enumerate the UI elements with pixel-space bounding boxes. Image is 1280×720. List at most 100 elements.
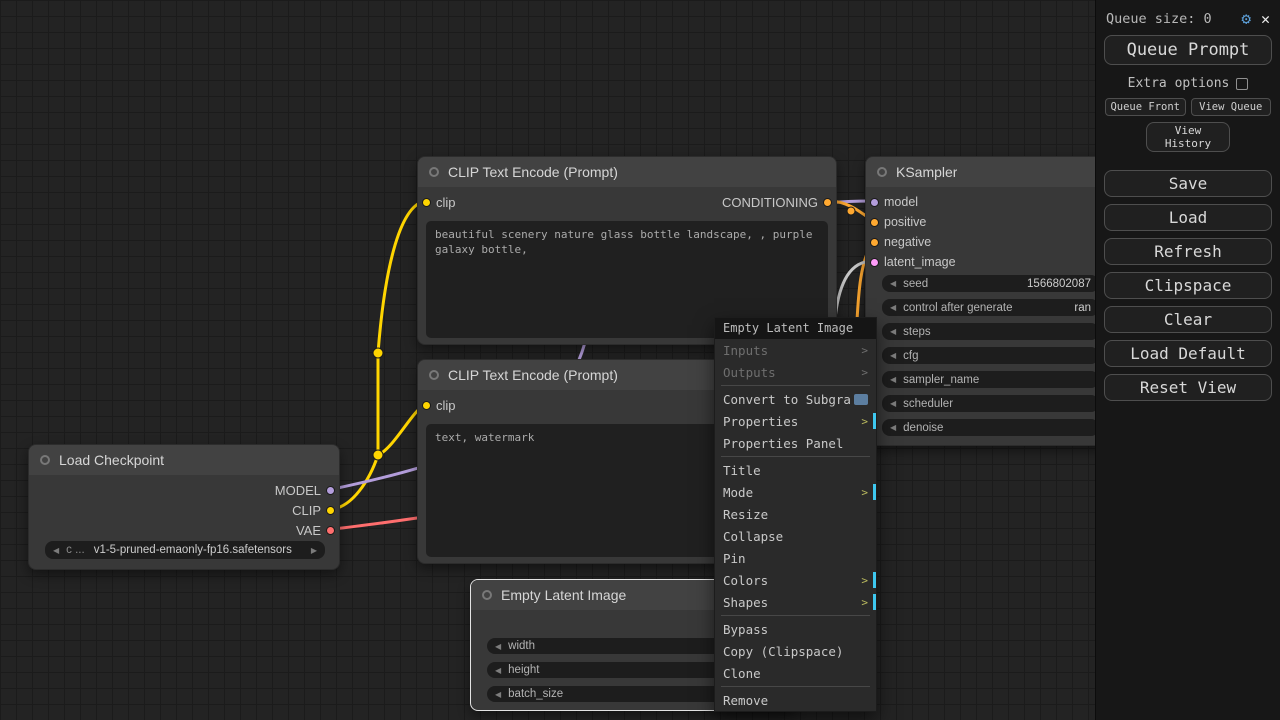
menu-divider <box>721 686 870 687</box>
submenu-arrow-icon: > <box>861 573 868 587</box>
menu-item-colors[interactable]: Colors > <box>715 569 876 591</box>
reroute-dot[interactable] <box>372 347 384 359</box>
queue-front-button[interactable]: Queue Front <box>1105 98 1186 116</box>
input-port-clip[interactable] <box>422 401 431 410</box>
node-title: Load Checkpoint <box>59 452 165 468</box>
left-arrow-icon[interactable]: ◀ <box>890 327 896 336</box>
submenu-indicator <box>873 484 876 500</box>
menu-item-properties-panel[interactable]: Properties Panel <box>715 432 876 454</box>
submenu-arrow-icon: > <box>861 595 868 609</box>
settings-gear-icon[interactable]: ⚙ <box>1241 9 1251 28</box>
ksampler-widget-seed[interactable]: ◀ seed 1566802087 <box>882 275 1099 292</box>
menu-item-inputs[interactable]: Inputs > <box>715 339 876 361</box>
node-header[interactable]: Load Checkpoint <box>29 445 339 475</box>
right-arrow-icon[interactable]: ▶ <box>311 546 317 555</box>
ksampler-widget-cfg[interactable]: ◀ cfg <box>882 347 1099 364</box>
menu-divider <box>721 456 870 457</box>
queue-prompt-button[interactable]: Queue Prompt <box>1104 35 1272 65</box>
refresh-button[interactable]: Refresh <box>1104 238 1272 265</box>
menu-item-shapes[interactable]: Shapes > <box>715 591 876 613</box>
menu-divider <box>721 385 870 386</box>
node-context-menu: Empty Latent Image Inputs > Outputs > Co… <box>714 317 877 712</box>
queue-size-label: Queue size: 0 <box>1106 10 1212 27</box>
menu-divider <box>721 615 870 616</box>
menu-item-convert-to-subgraph[interactable]: Convert to Subgraph <box>715 388 876 410</box>
input-port-latent-image[interactable] <box>870 258 879 267</box>
ksampler-widget-steps[interactable]: ◀ steps <box>882 323 1099 340</box>
load-button[interactable]: Load <box>1104 204 1272 231</box>
extra-options-label: Extra options <box>1127 76 1230 91</box>
menu-item-copy-clipspace[interactable]: Copy (Clipspace) <box>715 640 876 662</box>
view-history-button[interactable]: View History <box>1146 122 1230 152</box>
link-midpoint-dot[interactable] <box>846 206 856 216</box>
collapse-dot-icon[interactable] <box>482 590 492 600</box>
input-port-clip[interactable] <box>422 198 431 207</box>
node-title: CLIP Text Encode (Prompt) <box>448 164 618 180</box>
output-port-model[interactable] <box>326 486 335 495</box>
collapse-dot-icon[interactable] <box>429 370 439 380</box>
menu-item-collapse[interactable]: Collapse <box>715 525 876 547</box>
submenu-indicator <box>873 572 876 588</box>
extra-options-row: Extra options <box>1096 76 1280 91</box>
reroute-dot[interactable] <box>372 449 384 461</box>
left-arrow-icon[interactable]: ◀ <box>890 399 896 408</box>
load-default-button[interactable]: Load Default <box>1104 340 1272 367</box>
submenu-arrow-icon: > <box>861 485 868 499</box>
node-title: CLIP Text Encode (Prompt) <box>448 367 618 383</box>
node-title: Empty Latent Image <box>501 587 627 603</box>
ksampler-widget-denoise[interactable]: ◀ denoise <box>882 419 1099 436</box>
reset-view-button[interactable]: Reset View <box>1104 374 1272 401</box>
ckpt-name-combo[interactable]: ◀ c ... v1-5-pruned-emaonly-fp16.safeten… <box>45 541 325 559</box>
menu-item-resize[interactable]: Resize <box>715 503 876 525</box>
output-port-conditioning[interactable] <box>823 198 832 207</box>
output-port-vae[interactable] <box>326 526 335 535</box>
close-icon[interactable]: ✕ <box>1261 10 1270 28</box>
extra-options-checkbox[interactable] <box>1236 77 1249 90</box>
submenu-arrow-icon: > <box>861 365 868 379</box>
menu-item-remove[interactable]: Remove <box>715 689 876 711</box>
left-arrow-icon[interactable]: ◀ <box>890 351 896 360</box>
menu-item-mode[interactable]: Mode > <box>715 481 876 503</box>
node-header[interactable]: CLIP Text Encode (Prompt) <box>418 157 836 187</box>
menu-item-bypass[interactable]: Bypass <box>715 618 876 640</box>
node-ksampler[interactable]: KSampler model positive negative latent_… <box>865 156 1110 446</box>
node-graph-canvas[interactable]: CLIP Text Encode (Prompt) clip CONDITION… <box>0 0 1280 720</box>
submenu-arrow-icon: > <box>861 343 868 357</box>
menu-item-clone[interactable]: Clone <box>715 662 876 684</box>
ksampler-widget-scheduler[interactable]: ◀ scheduler <box>882 395 1099 412</box>
left-arrow-icon[interactable]: ◀ <box>890 423 896 432</box>
save-button[interactable]: Save <box>1104 170 1272 197</box>
queue-buttons-row: Queue Front View Queue <box>1105 98 1271 116</box>
node-title: KSampler <box>896 164 958 180</box>
left-arrow-icon[interactable]: ◀ <box>890 375 896 384</box>
input-port-model[interactable] <box>870 198 879 207</box>
context-menu-title: Empty Latent Image <box>715 318 876 339</box>
left-arrow-icon[interactable]: ◀ <box>890 279 896 288</box>
input-port-positive[interactable] <box>870 218 879 227</box>
menu-item-outputs[interactable]: Outputs > <box>715 361 876 383</box>
view-queue-button[interactable]: View Queue <box>1190 98 1271 116</box>
node-header[interactable]: KSampler <box>866 157 1109 187</box>
left-arrow-icon[interactable]: ◀ <box>495 642 501 651</box>
node-load-checkpoint[interactable]: Load Checkpoint MODEL CLIP VAE ◀ c ... v… <box>28 444 340 570</box>
queue-size-row: Queue size: 0 ⚙ ✕ <box>1096 0 1280 28</box>
collapse-dot-icon[interactable] <box>429 167 439 177</box>
submenu-arrow-icon: > <box>861 414 868 428</box>
clipspace-button[interactable]: Clipspace <box>1104 272 1272 299</box>
collapse-dot-icon[interactable] <box>877 167 887 177</box>
ksampler-widget-control-after-generate[interactable]: ◀ control after generate ran <box>882 299 1099 316</box>
input-port-negative[interactable] <box>870 238 879 247</box>
collapse-dot-icon[interactable] <box>40 455 50 465</box>
clear-button[interactable]: Clear <box>1104 306 1272 333</box>
subgraph-badge-icon <box>854 393 868 405</box>
left-arrow-icon[interactable]: ◀ <box>890 303 896 312</box>
submenu-indicator <box>873 413 876 429</box>
left-arrow-icon[interactable]: ◀ <box>495 690 501 699</box>
ksampler-widget-sampler-name[interactable]: ◀ sampler_name <box>882 371 1099 388</box>
menu-item-title[interactable]: Title <box>715 459 876 481</box>
menu-item-properties[interactable]: Properties > <box>715 410 876 432</box>
left-arrow-icon[interactable]: ◀ <box>495 666 501 675</box>
output-port-clip[interactable] <box>326 506 335 515</box>
menu-item-pin[interactable]: Pin <box>715 547 876 569</box>
left-arrow-icon[interactable]: ◀ <box>53 546 59 555</box>
